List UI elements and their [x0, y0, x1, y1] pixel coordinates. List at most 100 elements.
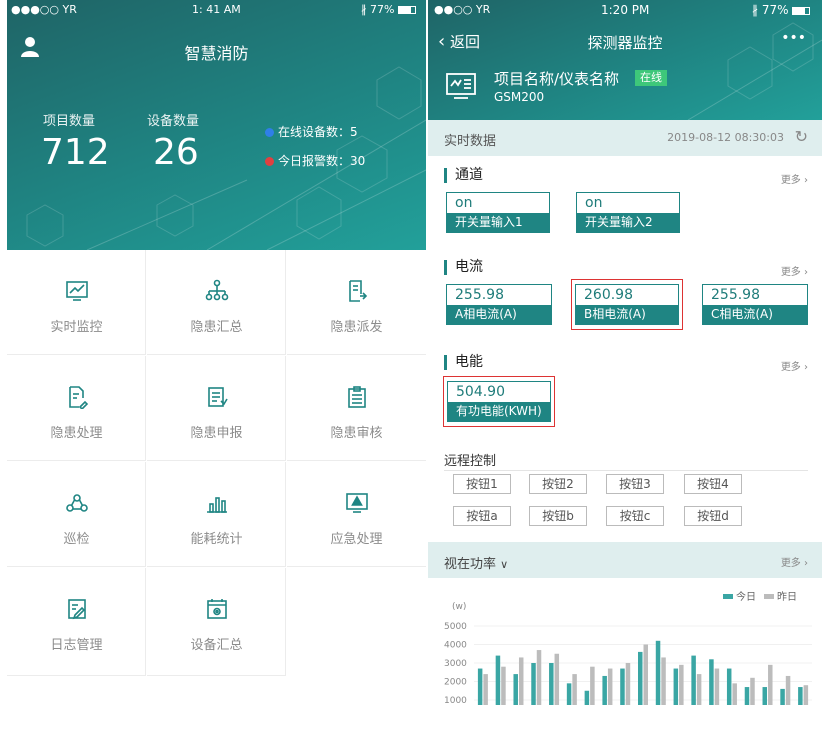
y-tick-label: 2000	[444, 678, 467, 688]
menu-label: 隐患审核	[330, 426, 383, 441]
menu-label: 日志管理	[50, 638, 103, 653]
bar-today	[584, 690, 590, 705]
energy-more-link[interactable]: 更多 ›	[781, 358, 808, 373]
control-button-c[interactable]: 按钮c	[606, 506, 664, 526]
card-value: 504.90	[456, 384, 505, 400]
active-energy-card[interactable]: 504.90 有功电能(KWH)	[447, 381, 551, 422]
bar-yesterday	[750, 677, 755, 705]
chevron-right-icon: ›	[804, 267, 808, 278]
control-button-1[interactable]: 按钮1	[453, 474, 511, 494]
card-value: 260.98	[584, 287, 633, 303]
back-button[interactable]: ‹ 返回	[438, 31, 480, 52]
bar-yesterday	[785, 675, 791, 705]
y-axis-label: (w)	[452, 602, 466, 612]
menu-hazard-dispatch[interactable]: 隐患派发	[287, 250, 426, 355]
menu-label: 能耗统计	[190, 532, 243, 547]
y-tick-label: 5000	[444, 622, 467, 632]
bar-yesterday	[572, 674, 577, 705]
card-name: 有功电能(KWH)	[448, 402, 550, 421]
control-button-b[interactable]: 按钮b	[529, 506, 587, 526]
bar-yesterday	[803, 685, 809, 705]
bar-today	[620, 668, 625, 705]
edit-doc-icon	[69, 386, 89, 409]
clipboard-icon	[348, 386, 366, 408]
battery-percent: 77%	[761, 3, 789, 17]
menu-label: 巡检	[63, 532, 90, 547]
bar-today	[655, 640, 661, 705]
power-more-link[interactable]: 更多 ›	[781, 554, 808, 569]
channel-card-2[interactable]: on 开关量输入2	[576, 192, 680, 233]
alarm-count-kpi: 今日报警数：30	[265, 152, 365, 169]
device-count-label: 设备数量	[147, 114, 200, 129]
hierarchy-icon	[205, 279, 229, 301]
detector-monitor-screen: ●●○○ YR 1:20 PM ∦ 77% ‹ 返回 探测器监控 ••• 项目名…	[428, 0, 822, 738]
bar-yesterday	[696, 674, 702, 705]
divider	[444, 470, 808, 471]
channel-more-link[interactable]: 更多 ›	[781, 171, 808, 186]
detector-header: ●●○○ YR 1:20 PM ∦ 77% ‹ 返回 探测器监控 ••• 项目名…	[428, 0, 822, 120]
control-button-3[interactable]: 按钮3	[606, 474, 664, 494]
battery-icon	[792, 7, 811, 15]
bar-yesterday	[501, 666, 506, 705]
menu-realtime-monitor[interactable]: 实时监控	[7, 250, 146, 355]
bar-yesterday	[483, 674, 488, 705]
info-dot-icon	[265, 128, 274, 137]
menu-label: 隐患申报	[190, 426, 243, 441]
menu-label: 应急处理	[330, 532, 383, 547]
menu-label: 设备汇总	[190, 638, 243, 653]
card-name: 开关量输入1	[447, 213, 549, 232]
project-count-value: 712	[41, 132, 110, 173]
menu-log-management[interactable]: 日志管理	[7, 568, 146, 676]
bar-today	[673, 668, 679, 705]
refresh-icon[interactable]: ↻	[795, 127, 808, 146]
bluetooth-icon: ∦	[361, 3, 367, 16]
bar-today	[531, 663, 536, 705]
bar-today	[638, 651, 643, 705]
device-monitor-icon	[446, 73, 476, 99]
card-name: C相电流(A)	[703, 305, 807, 324]
app-title: 智慧消防	[184, 44, 249, 63]
power-selector[interactable]: 视在功率 ∨	[444, 553, 508, 572]
control-button-d[interactable]: 按钮d	[684, 506, 742, 526]
card-name: A相电流(A)	[447, 305, 551, 324]
card-name: 开关量输入2	[577, 213, 679, 232]
remote-control-title: 远程控制	[444, 454, 497, 469]
more-menu-button[interactable]: •••	[781, 30, 806, 46]
home-screen: ●●●○○ YR 1: 41 AM ∦ 77% 智慧消防 项目数量 712 设备…	[7, 0, 426, 738]
control-button-2[interactable]: 按钮2	[529, 474, 587, 494]
menu-energy-stats[interactable]: 能耗统计	[147, 462, 286, 567]
current-more-link[interactable]: 更多 ›	[781, 263, 808, 278]
phase-c-current-card[interactable]: 255.98 C相电流(A)	[702, 284, 808, 325]
menu-hazard-report[interactable]: 隐患申报	[147, 356, 286, 461]
phase-a-current-card[interactable]: 255.98 A相电流(A)	[446, 284, 552, 325]
menu-hazard-summary[interactable]: 隐患汇总	[147, 250, 286, 355]
menu-label: 隐患汇总	[190, 320, 243, 335]
bar-today	[602, 675, 607, 705]
status-carrier: ●●●○○ YR	[11, 3, 77, 16]
bar-yesterday	[607, 668, 613, 705]
card-value: 255.98	[455, 287, 504, 303]
battery-icon	[397, 6, 416, 14]
menu-hazard-audit[interactable]: 隐患审核	[287, 356, 426, 461]
control-button-4[interactable]: 按钮4	[684, 474, 742, 494]
home-header: ●●●○○ YR 1: 41 AM ∦ 77% 智慧消防 项目数量 712 设备…	[7, 0, 426, 250]
project-count-label: 项目数量	[43, 114, 96, 129]
status-carrier: ●●○○ YR	[434, 3, 491, 16]
menu-emergency[interactable]: 应急处理	[287, 462, 426, 567]
menu-device-summary[interactable]: 设备汇总	[147, 568, 286, 676]
device-gear-icon	[207, 599, 227, 619]
menu-hazard-handle[interactable]: 隐患处理	[7, 356, 146, 461]
chevron-right-icon: ›	[804, 175, 808, 186]
legend-swatch-yesterday	[764, 594, 774, 599]
bar-yesterday	[661, 657, 666, 705]
status-time: 1: 41 AM	[192, 3, 241, 16]
realtime-bar: 实时数据 2019-08-12 08:30:03 ↻	[428, 120, 822, 156]
control-button-a[interactable]: 按钮a	[453, 506, 511, 526]
bar-today	[798, 687, 803, 705]
bar-yesterday	[625, 663, 631, 705]
menu-patrol[interactable]: 巡检	[7, 462, 146, 567]
channel-card-1[interactable]: on 开关量输入1	[446, 192, 550, 233]
bar-yesterday	[679, 664, 684, 705]
phase-b-current-card[interactable]: 260.98 B相电流(A)	[575, 284, 679, 325]
status-time: 1:20 PM	[601, 3, 650, 17]
